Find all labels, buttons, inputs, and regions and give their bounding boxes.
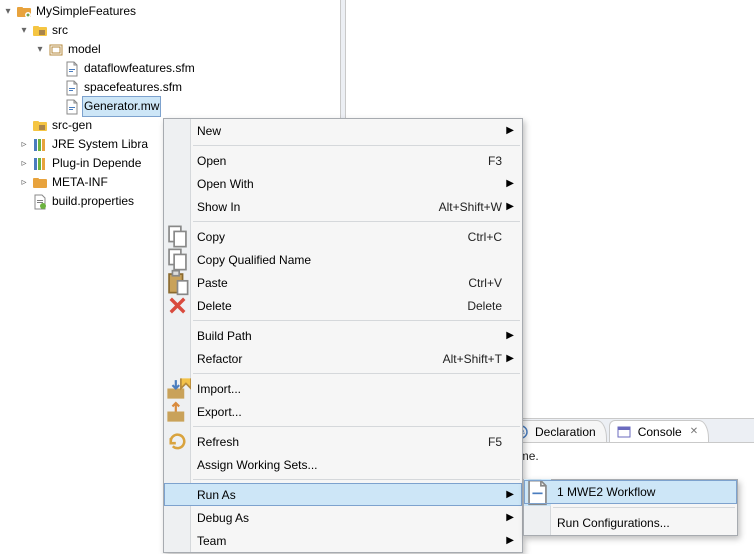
library-icon (32, 156, 48, 172)
expand-toggle[interactable]: ▾ (0, 2, 16, 21)
tab-label: Console (638, 425, 682, 439)
expand-toggle[interactable]: ▹ (16, 173, 32, 192)
menu-open-with[interactable]: Open With▶ (164, 172, 522, 195)
menu-import[interactable]: Import... (164, 377, 522, 400)
menu-build-path[interactable]: Build Path▶ (164, 324, 522, 347)
tree-label: Generator.mw (82, 96, 161, 117)
console-icon (616, 424, 632, 440)
refresh-icon (164, 428, 191, 455)
package-icon (48, 42, 64, 58)
menu-debug-as[interactable]: Debug As▶ (164, 506, 522, 529)
menu-separator (193, 145, 520, 146)
submenu-arrow-icon: ▶ (506, 535, 514, 546)
close-icon[interactable]: ✕ (690, 426, 698, 437)
submenu-arrow-icon: ▶ (506, 489, 514, 500)
submenu-run-configurations[interactable]: Run Configurations... (524, 511, 737, 535)
menu-paste[interactable]: PasteCtrl+V (164, 271, 522, 294)
tree-label: src-gen (50, 116, 94, 135)
tree-file[interactable]: spacefeatures.sfm (0, 78, 340, 97)
export-icon (164, 398, 191, 425)
file-icon (64, 80, 80, 96)
expand-toggle[interactable]: ▹ (16, 154, 32, 173)
menu-refresh[interactable]: RefreshF5 (164, 430, 522, 453)
shortcut: F3 (488, 154, 522, 168)
menu-copy[interactable]: CopyCtrl+C (164, 225, 522, 248)
submenu-arrow-icon: ▶ (506, 125, 514, 136)
project-icon (16, 4, 32, 20)
shortcut: Ctrl+V (468, 276, 522, 290)
menu-run-as[interactable]: Run As▶ (164, 483, 522, 506)
submenu-arrow-icon: ▶ (506, 512, 514, 523)
tree-label: JRE System Libra (50, 135, 150, 154)
properties-file-icon (32, 194, 48, 210)
menu-delete[interactable]: DeleteDelete (164, 294, 522, 317)
submenu-arrow-icon: ▶ (506, 353, 514, 364)
menu-separator (193, 373, 520, 374)
source-folder-icon (32, 118, 48, 134)
shortcut: F5 (488, 435, 522, 449)
context-menu[interactable]: New▶ OpenF3 Open With▶ Show InAlt+Shift+… (163, 118, 523, 553)
delete-icon (164, 292, 191, 319)
menu-refactor[interactable]: RefactorAlt+Shift+T▶ (164, 347, 522, 370)
menu-export[interactable]: Export... (164, 400, 522, 423)
run-as-submenu[interactable]: 1 MWE2 Workflow Run Configurations... (523, 479, 738, 536)
shortcut: Delete (467, 299, 522, 313)
tree-label: src (50, 21, 70, 40)
tree-file-selected[interactable]: Generator.mw (0, 97, 340, 116)
menu-new[interactable]: New▶ (164, 119, 522, 142)
tree-file[interactable]: dataflowfeatures.sfm (0, 59, 340, 78)
tree-model[interactable]: ▾ model (0, 40, 340, 59)
shortcut: Ctrl+C (468, 230, 522, 244)
folder-icon (32, 175, 48, 191)
expand-toggle[interactable]: ▾ (16, 21, 32, 40)
tree-label: model (66, 40, 103, 59)
workflow-file-icon (524, 479, 551, 506)
tree-label: spacefeatures.sfm (82, 78, 184, 97)
menu-separator (193, 426, 520, 427)
menu-separator (193, 479, 520, 480)
submenu-arrow-icon: ▶ (506, 330, 514, 341)
submenu-mwe2-workflow[interactable]: 1 MWE2 Workflow (524, 480, 737, 504)
tree-label: META-INF (50, 173, 110, 192)
tab-console[interactable]: Console ✕ (609, 420, 709, 442)
tree-project[interactable]: ▾ MySimpleFeatures (0, 2, 340, 21)
tab-label: Declaration (535, 425, 596, 439)
tree-label: dataflowfeatures.sfm (82, 59, 197, 78)
file-icon (64, 61, 80, 77)
menu-separator (193, 320, 520, 321)
tree-label: Plug-in Depende (50, 154, 143, 173)
tree-label: MySimpleFeatures (34, 2, 138, 21)
tree-src[interactable]: ▾ src (0, 21, 340, 40)
expand-toggle[interactable]: ▹ (16, 135, 32, 154)
submenu-arrow-icon: ▶ (506, 178, 514, 189)
source-folder-icon (32, 23, 48, 39)
menu-open[interactable]: OpenF3 (164, 149, 522, 172)
file-icon (64, 99, 80, 115)
submenu-arrow-icon: ▶ (506, 201, 514, 212)
menu-team[interactable]: Team▶ (164, 529, 522, 552)
library-icon (32, 137, 48, 153)
tree-label: build.properties (50, 192, 136, 211)
menu-separator (553, 507, 735, 508)
menu-copy-qualified[interactable]: Copy Qualified Name (164, 248, 522, 271)
expand-toggle[interactable]: ▾ (32, 40, 48, 59)
menu-assign-working-sets[interactable]: Assign Working Sets... (164, 453, 522, 476)
menu-separator (193, 221, 520, 222)
menu-show-in[interactable]: Show InAlt+Shift+W▶ (164, 195, 522, 218)
